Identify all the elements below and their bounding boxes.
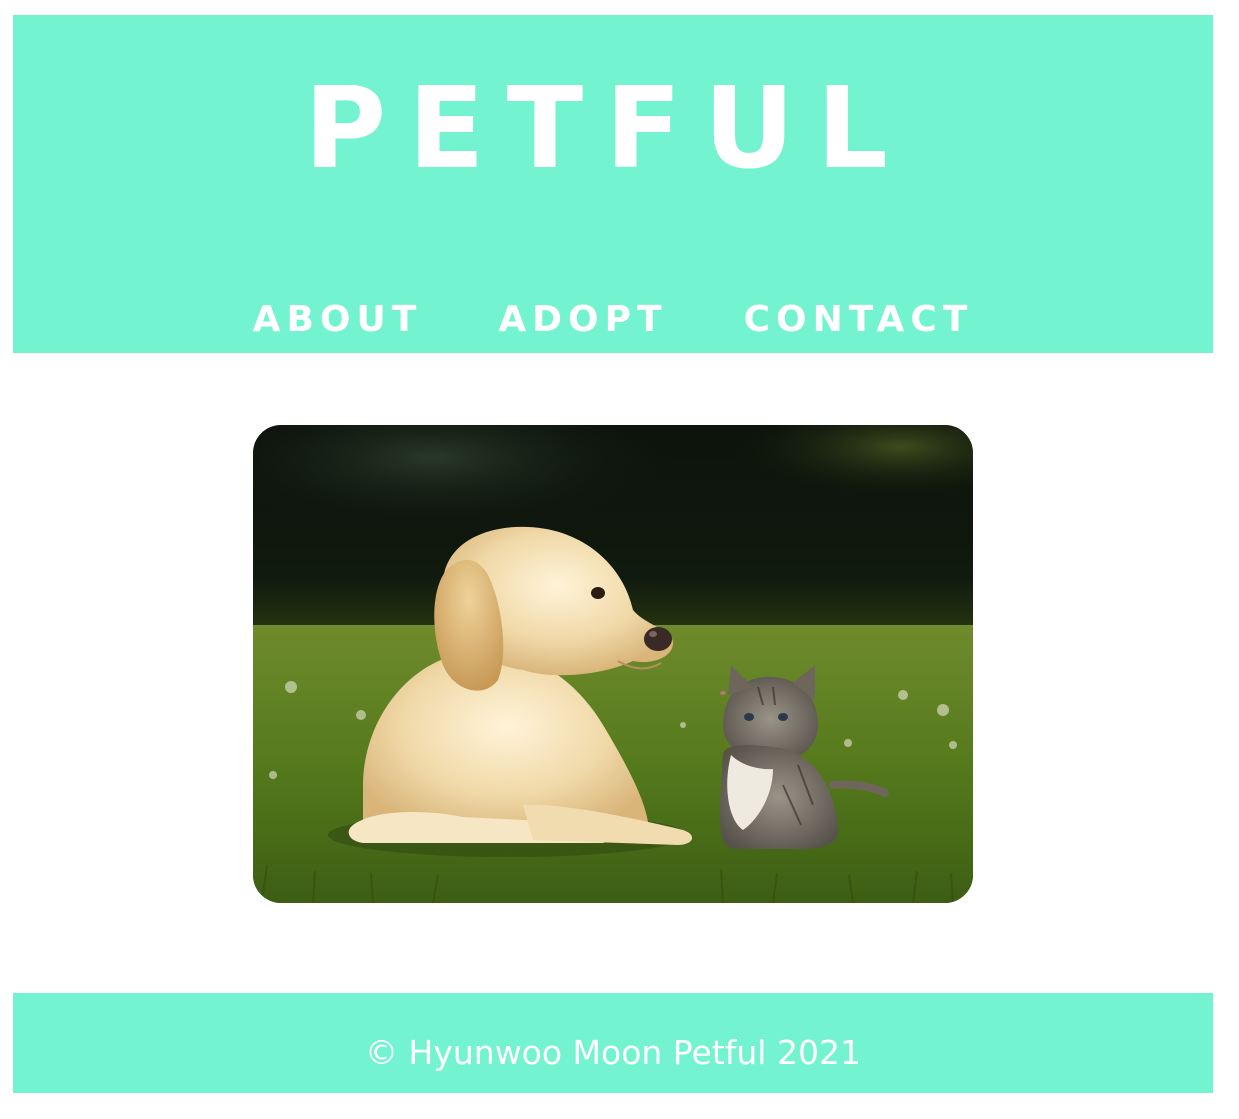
nav-link-adopt[interactable]: ADOPT: [498, 298, 667, 342]
hero-image: [253, 425, 973, 903]
site-footer: © Hyunwoo Moon Petful 2021: [13, 993, 1213, 1093]
copyright-text: © Hyunwoo Moon Petful 2021: [365, 1033, 861, 1072]
main-nav: ABOUT ADOPT CONTACT: [13, 298, 1213, 342]
nav-link-about[interactable]: ABOUT: [253, 298, 423, 342]
puppy-and-kitten-illustration: [253, 425, 973, 903]
nav-link-contact[interactable]: CONTACT: [744, 298, 974, 342]
site-header: PETFUL ABOUT ADOPT CONTACT: [13, 15, 1213, 353]
site-logo[interactable]: PETFUL: [7, 73, 1207, 185]
